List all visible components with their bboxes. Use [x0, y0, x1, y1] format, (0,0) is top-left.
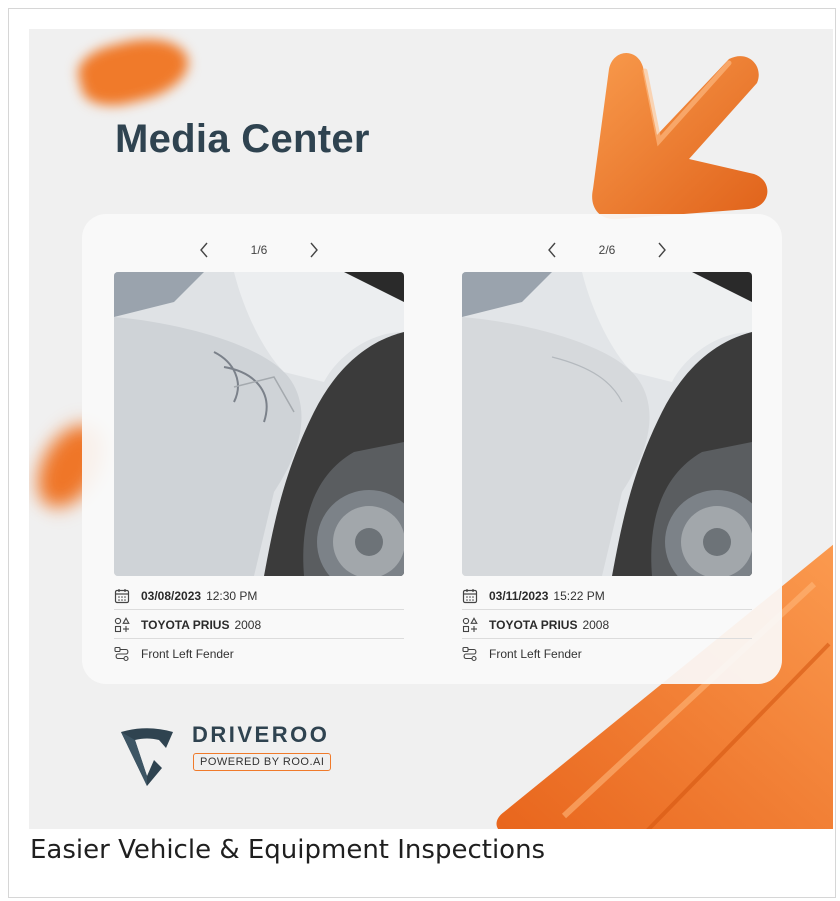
- part-name: Front Left Fender: [489, 647, 582, 661]
- image-counter: 2/6: [598, 243, 616, 257]
- date-row: 03/08/2023 12:30 PM: [114, 583, 404, 610]
- chevron-left-icon: [548, 242, 556, 258]
- next-button[interactable]: [289, 236, 339, 264]
- page-title: Media Center: [115, 117, 370, 161]
- date-value: 03/11/2023: [489, 589, 549, 603]
- image-pager: 2/6: [462, 236, 752, 264]
- chevron-right-icon: [310, 242, 318, 258]
- previous-button[interactable]: [179, 236, 229, 264]
- damaged-car-fender-photo[interactable]: [114, 272, 404, 576]
- route-icon: [462, 645, 480, 663]
- next-button[interactable]: [637, 236, 687, 264]
- vehicle-model: TOYOTA PRIUS: [489, 618, 578, 632]
- time-value: 15:22 PM: [553, 589, 605, 603]
- logo-tagline: POWERED BY ROO.AI: [193, 753, 332, 771]
- image-frame: Media Center 1/6 03/08/2023 12:30 PM TOY…: [8, 8, 836, 898]
- image-counter: 1/6: [250, 243, 268, 257]
- image-caption: Easier Vehicle & Equipment Inspections: [30, 835, 546, 865]
- part-name: Front Left Fender: [141, 647, 234, 661]
- previous-button[interactable]: [527, 236, 577, 264]
- promo-banner: Media Center 1/6 03/08/2023 12:30 PM TOY…: [29, 29, 833, 829]
- vehicle-year: 2008: [234, 618, 262, 632]
- shapes-icon: [114, 616, 132, 634]
- shield-logo-icon: [121, 728, 173, 786]
- vehicle-year: 2008: [582, 618, 610, 632]
- vehicle-row: TOYOTA PRIUS 2008: [114, 612, 404, 639]
- repaired-car-fender-photo[interactable]: [462, 272, 752, 576]
- vehicle-row: TOYOTA PRIUS 2008: [462, 612, 752, 639]
- part-row: Front Left Fender: [462, 641, 752, 667]
- logo-wordmark: DRIVEROO: [192, 722, 330, 747]
- chevron-right-icon: [658, 242, 666, 258]
- media-card: 1/6 03/08/2023 12:30 PM TOYOTA PRIUS 200…: [82, 214, 782, 684]
- orange-blob-decoration: [73, 29, 195, 114]
- date-row: 03/11/2023 15:22 PM: [462, 583, 752, 610]
- time-value: 12:30 PM: [206, 589, 258, 603]
- route-icon: [114, 645, 132, 663]
- vehicle-model: TOYOTA PRIUS: [141, 618, 230, 632]
- shapes-icon: [462, 616, 480, 634]
- calendar-icon: [462, 587, 480, 605]
- date-value: 03/08/2023: [141, 589, 202, 603]
- image-pager: 1/6: [114, 236, 404, 264]
- part-row: Front Left Fender: [114, 641, 404, 667]
- driveroo-logo: DRIVEROO POWERED BY ROO.AI: [116, 722, 376, 792]
- calendar-icon: [114, 587, 132, 605]
- chevron-left-icon: [200, 242, 208, 258]
